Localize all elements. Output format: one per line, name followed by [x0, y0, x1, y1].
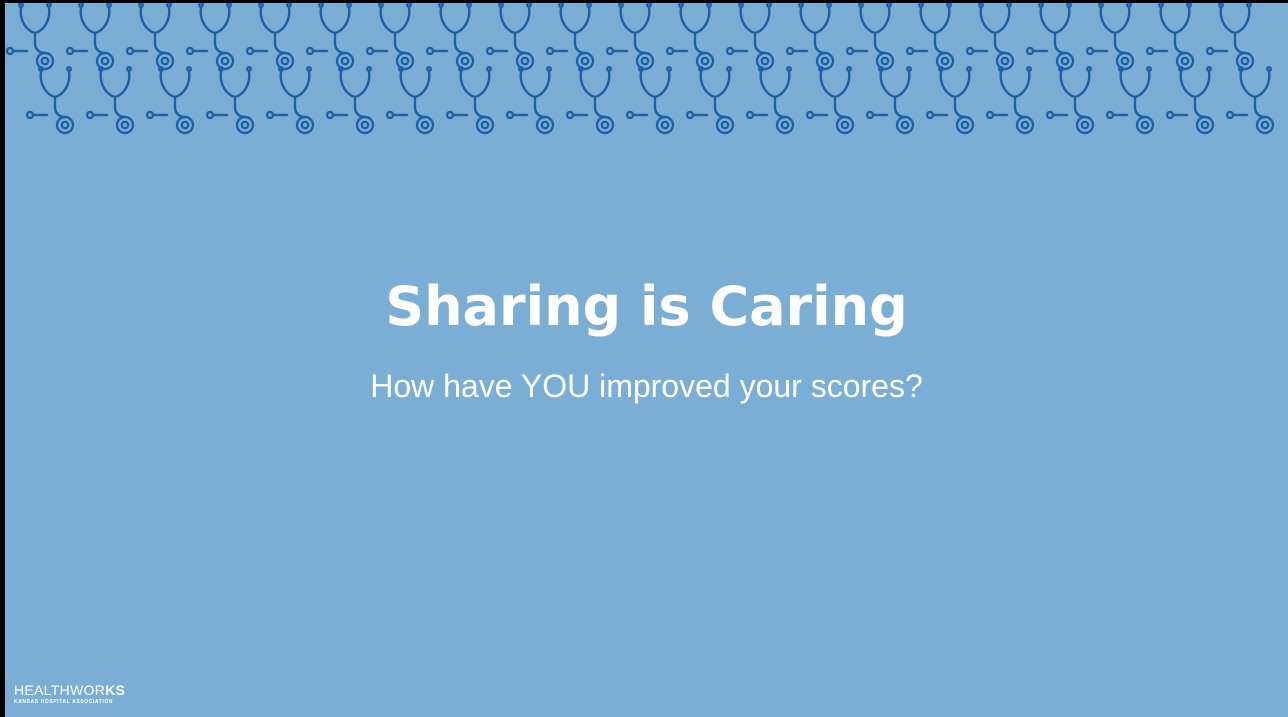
healthworks-logo: HEALTHWORKS KANSAS HOSPITAL ASSOCIATION	[14, 683, 125, 705]
slide-subtitle: How have YOU improved your scores?	[370, 368, 923, 404]
stethoscope-icon	[5, 3, 1275, 135]
logo-tagline: KANSAS HOSPITAL ASSOCIATION	[14, 699, 114, 705]
logo-text-regular: HEALTHWOR	[14, 682, 106, 698]
stethoscope-pattern	[5, 3, 1275, 135]
presentation-slide: Sharing is Caring How have YOU improved …	[0, 0, 1288, 717]
slide-title: Sharing is Caring	[385, 275, 908, 338]
logo-wordmark: HEALTHWORKS	[14, 683, 125, 697]
logo-text-bold: KS	[105, 682, 126, 698]
